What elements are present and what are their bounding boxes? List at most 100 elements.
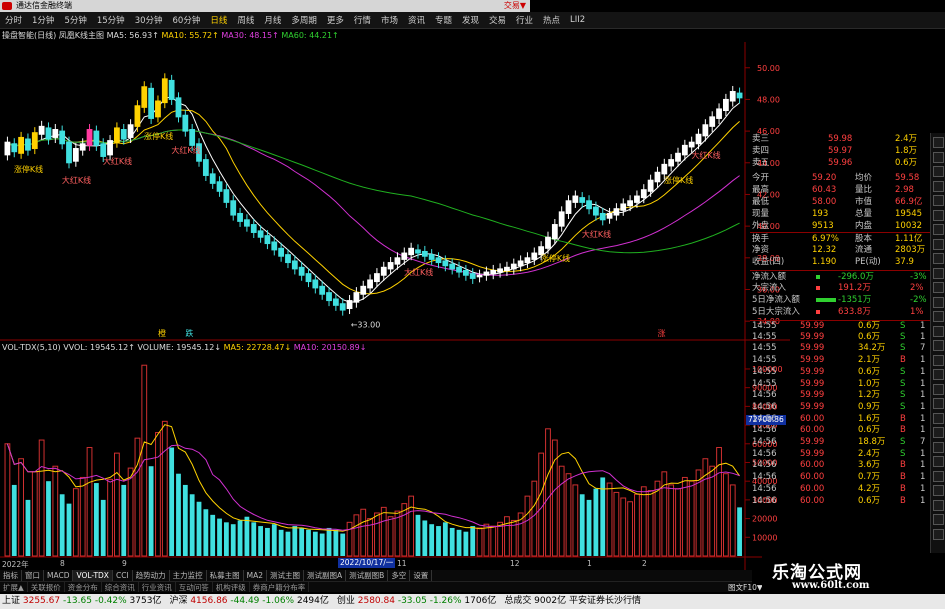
menu-item-7[interactable]: 周线 [232,14,259,26]
menu-item-13[interactable]: 资讯 [403,14,430,26]
side-tool-icon[interactable] [933,499,944,511]
extension-tab[interactable]: 行业资讯 [139,582,176,592]
volume-bar [79,476,86,557]
side-tool-icon[interactable] [933,456,944,467]
side-tool-icon[interactable] [933,383,944,395]
indicator-tab[interactable]: MA2 [244,570,268,581]
extension-tab[interactable]: 综合资讯 [102,582,139,592]
menu-item-14[interactable]: 专题 [430,14,457,26]
indicator-tab[interactable]: 设置 [410,570,433,581]
menu-item-11[interactable]: 行情 [349,14,376,26]
menu-item-18[interactable]: 热点 [538,14,565,26]
menu-item-8[interactable]: 月线 [259,14,286,26]
candle [510,263,517,270]
volume-bar [668,484,675,557]
side-tool-icon[interactable] [933,485,944,496]
indicator-tab[interactable]: 指标 [0,570,22,581]
menu-item-5[interactable]: 60分钟 [168,14,206,26]
flow-label: 大宗流入 [752,283,787,293]
indicator-tab[interactable]: 主力监控 [170,570,207,581]
indicator-tab[interactable]: 测试副图B [346,570,389,581]
side-tool-icon[interactable] [933,296,944,308]
side-tool-icon[interactable] [933,137,944,148]
menu-item-10[interactable]: 更多 [322,14,349,26]
index-quote[interactable]: 上证 3255.67 -13.65 -0.42% 3753亿 [2,596,161,606]
side-tool-icon[interactable] [933,427,944,438]
f10-button[interactable]: 图文F10▼ [728,582,763,593]
side-tool-icon[interactable] [933,166,944,177]
extension-tab[interactable]: 券商户籍分布率 [250,582,310,592]
candle [114,127,120,143]
side-tool-icon[interactable] [933,514,944,525]
side-tool-icon[interactable] [933,441,944,453]
menu-item-6[interactable]: 日线 [205,14,232,26]
indicator-tab[interactable]: 窗口 [22,570,44,581]
menu-item-12[interactable]: 市场 [376,14,403,26]
side-tool-icon[interactable] [933,180,944,192]
side-tool-icon[interactable] [933,209,944,221]
side-tool-icon[interactable] [933,282,944,293]
tick-volume: 3.6万 [858,460,881,471]
side-tool-icon[interactable] [933,238,944,250]
candle [469,273,476,279]
side-tool-icon[interactable] [933,325,944,337]
side-tool-icon[interactable] [933,311,944,322]
side-tool-icon[interactable] [933,253,944,264]
side-tool-icon[interactable] [933,195,944,206]
extension-tab[interactable]: 机构评级 [213,582,250,592]
side-tool-icon[interactable] [933,267,944,279]
side-tool-icon[interactable] [933,151,944,163]
indicator-name[interactable]: 凤凰K线主图 [59,31,104,40]
stat-label: 均价 [855,173,873,183]
indicator-tab[interactable]: VOL-TDX [73,570,113,581]
menu-item-16[interactable]: 交易 [484,14,511,26]
tick-count: 1 [920,472,926,483]
menu-item-4[interactable]: 30分钟 [130,14,168,26]
tick-side: S [900,366,906,377]
index-quote[interactable]: 沪深 4156.86 -44.49 -1.06% 2494亿 [169,596,328,606]
menu-item-1[interactable]: 1分钟 [27,14,59,26]
extension-tab[interactable]: 资金分布 [65,582,102,592]
menu-item-19[interactable]: LII2 [565,15,590,25]
pattern-label: 涨停K线 [144,131,173,141]
side-tool-icon[interactable] [933,224,944,235]
side-tool-icon[interactable] [933,340,944,351]
indicator-tab[interactable]: 趋势动力 [133,570,170,581]
volume-bar [702,458,709,557]
kline-chart[interactable]: 50.0048.0046.0044.0042.0040.0038.0036.00… [0,42,790,570]
candle [681,144,688,156]
indicator-tab[interactable]: 多空 [388,570,411,581]
indicator-tab[interactable]: 私募主图 [207,570,244,581]
menu-item-9[interactable]: 多周期 [286,14,322,26]
extension-tab[interactable]: 互动问答 [176,582,213,592]
side-tool-icon[interactable] [933,470,944,482]
side-tool-icon[interactable] [933,369,944,380]
side-tool-icon[interactable] [933,412,944,424]
side-tool-icon[interactable] [933,528,944,540]
menu-item-17[interactable]: 行业 [511,14,538,26]
candle [380,266,387,276]
tick-price: 60.00 [800,413,825,424]
indicator-tab[interactable]: 测试主图 [267,570,305,581]
index-quote-part: 上证 [2,596,21,606]
candle [476,274,483,278]
index-quote[interactable]: 创业 2580.84 -33.05 -1.26% 1706亿 [337,596,496,606]
indicator-tab[interactable]: MACD [44,570,74,581]
menu-item-15[interactable]: 发现 [457,14,484,26]
stat-value: 58.00 [812,197,837,207]
indicator-tab[interactable]: CCI [113,570,133,581]
menu-item-0[interactable]: 分时 [0,14,27,26]
trade-menu-button[interactable]: 交易▼ [504,0,526,12]
extension-tab[interactable]: 扩展▲ [0,582,28,592]
extension-tab[interactable]: 关联报价 [28,582,65,592]
menu-item-3[interactable]: 15分钟 [92,14,130,26]
candle [326,292,332,302]
indicator-tab[interactable]: 测试副图A [304,570,347,581]
menu-item-2[interactable]: 5分钟 [59,14,91,26]
side-tool-icon[interactable] [933,354,944,366]
stat-label: 流通 [855,245,873,255]
side-tool-icon[interactable] [933,398,944,409]
tick-side: B [900,495,906,506]
tick-volume: 1.6万 [858,413,881,424]
volume-bar [148,466,154,556]
